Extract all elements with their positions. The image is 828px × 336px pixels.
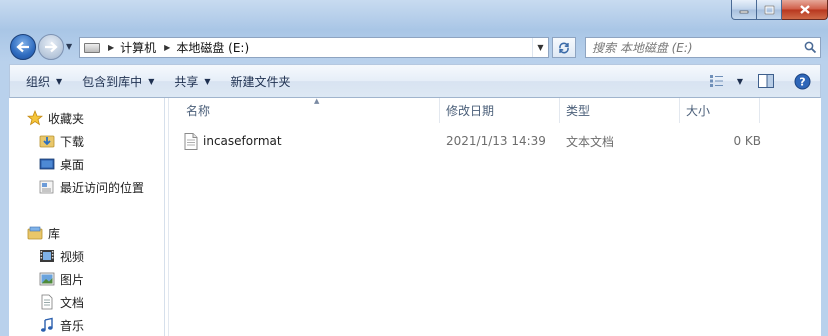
search-box[interactable] xyxy=(585,37,821,58)
share-label: 共享 xyxy=(174,74,199,89)
new-folder-label: 新建文件夹 xyxy=(230,74,291,89)
chevron-down-icon: ▼ xyxy=(148,76,155,86)
maximize-icon xyxy=(764,5,774,14)
breadcrumb-drive[interactable]: 本地磁盘 (E:) xyxy=(176,39,249,56)
search-icon[interactable] xyxy=(800,41,820,54)
star-icon xyxy=(27,110,43,126)
videos-icon xyxy=(39,248,55,264)
file-size-cell: 0 KB xyxy=(733,134,761,148)
desktop-icon xyxy=(39,156,55,172)
file-type-cell: 文本文档 xyxy=(566,134,615,149)
documents-icon xyxy=(39,294,55,310)
refresh-button[interactable] xyxy=(552,37,576,58)
file-row[interactable]: incaseformat 2021/1/13 14:39 文本文档 0 KB xyxy=(184,130,768,152)
address-bar[interactable]: ▶ 计算机 ▶ 本地磁盘 (E:) ▼ xyxy=(79,37,549,58)
search-input[interactable] xyxy=(586,38,800,57)
drive-icon xyxy=(84,42,100,53)
back-button[interactable] xyxy=(10,34,36,60)
nav-downloads-label: 下载 xyxy=(60,134,85,149)
chevron-right-icon[interactable]: ▶ xyxy=(108,43,114,52)
text-file-icon xyxy=(184,132,198,150)
nav-music-label: 音乐 xyxy=(60,318,85,333)
nav-libraries[interactable]: 库 xyxy=(27,223,60,243)
share-menu[interactable]: 共享 ▼ xyxy=(164,65,220,97)
column-header-modified[interactable]: 修改日期 xyxy=(440,98,560,123)
downloads-folder-icon xyxy=(39,133,55,149)
recent-pages-dropdown[interactable]: ▼ xyxy=(66,42,72,51)
view-list-icon xyxy=(710,75,723,87)
close-button[interactable] xyxy=(782,0,828,20)
help-icon: ? xyxy=(794,73,810,89)
forward-arrow-icon xyxy=(45,41,58,53)
nav-desktop-label: 桌面 xyxy=(60,157,85,172)
chevron-down-icon: ▼ xyxy=(56,76,63,86)
nav-libraries-label: 库 xyxy=(48,226,61,241)
command-bar: 组织 ▼ 包含到库中 ▼ 共享 ▼ 新建文件夹 ▼ ? xyxy=(9,64,821,98)
navigation-pane: 收藏夹 下载 桌面 最近访问的位置 库 视频 图片 文档 音乐 xyxy=(9,98,165,336)
include-in-library-menu[interactable]: 包含到库中 ▼ xyxy=(72,65,164,97)
nav-favorites-label: 收藏夹 xyxy=(48,111,85,126)
nav-downloads[interactable]: 下载 xyxy=(39,131,84,151)
nav-favorites[interactable]: 收藏夹 xyxy=(27,108,84,128)
column-header-size[interactable]: 大小 xyxy=(680,98,760,123)
nav-videos-label: 视频 xyxy=(60,249,85,264)
column-size-label: 大小 xyxy=(686,104,711,118)
new-folder-button[interactable]: 新建文件夹 xyxy=(221,65,301,97)
pictures-icon xyxy=(39,271,55,287)
svg-text:?: ? xyxy=(799,75,805,88)
address-history-dropdown[interactable]: ▼ xyxy=(532,38,548,57)
refresh-icon xyxy=(559,42,569,53)
content-area: 收藏夹 下载 桌面 最近访问的位置 库 视频 图片 文档 音乐 名称 ▲ 修改日… xyxy=(9,97,821,336)
column-type-label: 类型 xyxy=(566,104,591,118)
organize-label: 组织 xyxy=(26,74,51,89)
change-view-button[interactable] xyxy=(704,65,732,97)
close-icon xyxy=(799,5,810,14)
organize-menu[interactable]: 组织 ▼ xyxy=(10,65,72,97)
nav-recent-places[interactable]: 最近访问的位置 xyxy=(39,177,144,197)
minimize-button[interactable] xyxy=(731,0,757,20)
nav-documents[interactable]: 文档 xyxy=(39,292,84,312)
back-arrow-icon xyxy=(16,41,29,53)
nav-desktop[interactable]: 桌面 xyxy=(39,154,84,174)
chevron-right-icon[interactable]: ▶ xyxy=(164,43,170,52)
file-modified-cell: 2021/1/13 14:39 xyxy=(446,134,546,148)
view-options-dropdown[interactable]: ▼ xyxy=(732,65,748,97)
address-row: ▼ ▶ 计算机 ▶ 本地磁盘 (E:) ▼ xyxy=(0,30,828,64)
nav-recent-places-label: 最近访问的位置 xyxy=(60,180,145,195)
libraries-icon xyxy=(27,225,43,241)
column-header-name[interactable]: 名称 ▲ xyxy=(180,97,440,123)
maximize-button[interactable] xyxy=(757,0,782,20)
column-header-type[interactable]: 类型 xyxy=(560,98,680,123)
nav-pictures-label: 图片 xyxy=(60,272,85,287)
nav-documents-label: 文档 xyxy=(60,295,85,310)
breadcrumb-computer[interactable]: 计算机 xyxy=(120,39,156,56)
column-name-label: 名称 xyxy=(186,104,211,118)
column-modified-label: 修改日期 xyxy=(446,104,495,118)
nav-videos[interactable]: 视频 xyxy=(39,246,84,266)
file-name-cell: incaseformat xyxy=(184,130,434,152)
help-button[interactable]: ? xyxy=(784,65,820,97)
include-in-library-label: 包含到库中 xyxy=(82,74,143,89)
nav-music[interactable]: 音乐 xyxy=(39,315,84,335)
nav-pictures[interactable]: 图片 xyxy=(39,269,84,289)
file-name: incaseformat xyxy=(203,134,282,148)
sort-ascending-icon: ▲ xyxy=(314,97,320,105)
caption-buttons xyxy=(731,0,828,20)
music-icon xyxy=(39,317,55,333)
view-controls: ▼ ? xyxy=(704,65,820,97)
file-list: 名称 ▲ 修改日期 类型 大小 incaseformat 2021/1/13 1… xyxy=(170,97,821,336)
recent-places-icon xyxy=(39,179,55,195)
preview-pane-icon xyxy=(758,74,774,88)
minimize-icon xyxy=(739,10,749,13)
preview-pane-button[interactable] xyxy=(748,65,784,97)
explorer-window: ▼ ▶ 计算机 ▶ 本地磁盘 (E:) ▼ 组织 ▼ 包含到库中 ▼ 共享 ▼ xyxy=(0,0,828,336)
pane-splitter[interactable] xyxy=(165,98,169,336)
chevron-down-icon: ▼ xyxy=(204,76,211,86)
forward-button[interactable] xyxy=(38,34,64,60)
chevron-down-icon: ▼ xyxy=(736,76,744,86)
